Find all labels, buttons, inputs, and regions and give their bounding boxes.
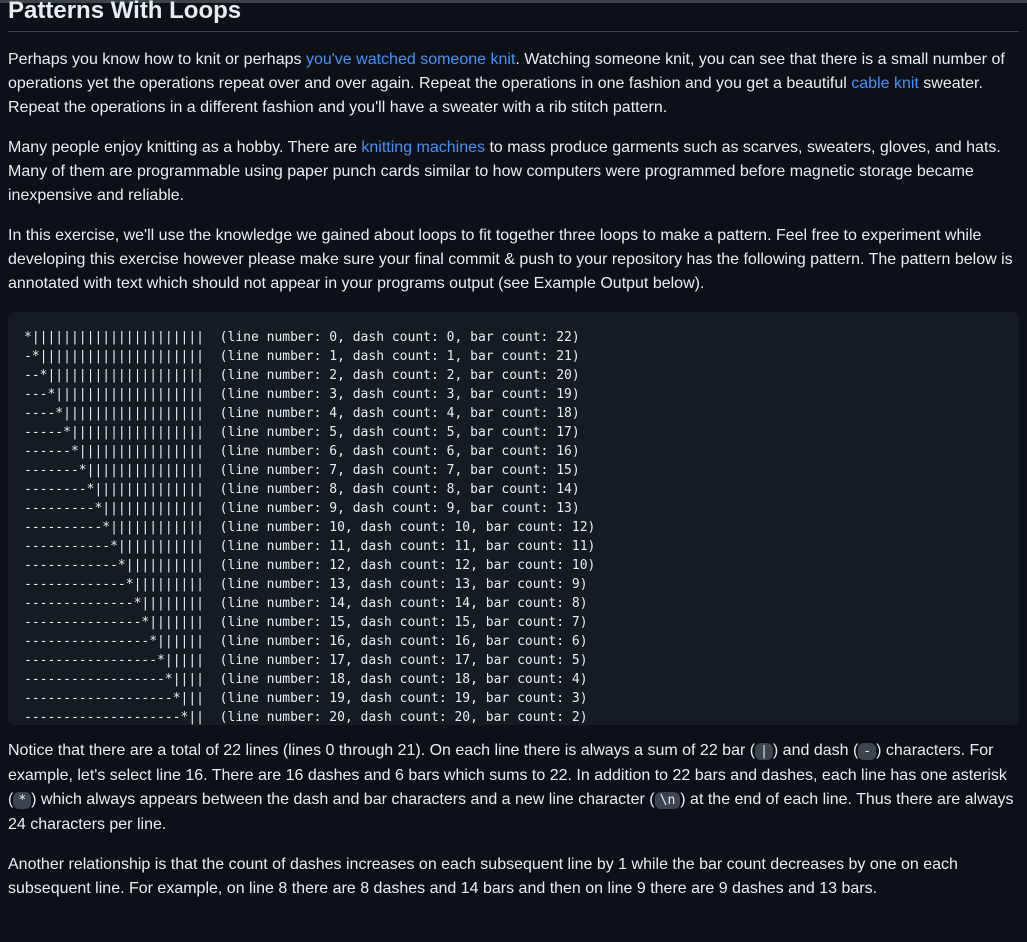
- pattern-line: --------*|||||||||||||| (line number: 8,…: [24, 482, 580, 497]
- exercise-paragraph: In this exercise, we'll use the knowledg…: [8, 227, 1013, 292]
- pattern-line: ------*|||||||||||||||| (line number: 6,…: [24, 444, 580, 459]
- pattern-line: ---------*||||||||||||| (line number: 9,…: [24, 501, 580, 516]
- pattern-line: -----------------*||||| (line number: 17…: [24, 653, 588, 668]
- asterisk-code: *: [13, 792, 32, 809]
- dash-code: -: [858, 743, 877, 760]
- text: Notice that there are a total of 22 line…: [8, 742, 756, 759]
- pattern-line: -----*||||||||||||||||| (line number: 5,…: [24, 425, 580, 440]
- relationship-paragraph: Another relationship is that the count o…: [8, 856, 958, 897]
- pattern-line: ---*||||||||||||||||||| (line number: 3,…: [24, 387, 580, 402]
- pattern-line: ----------------*|||||| (line number: 16…: [24, 634, 588, 649]
- text: ) which always appears between the dash …: [31, 791, 655, 808]
- pattern-line: ----------*|||||||||||| (line number: 10…: [24, 520, 596, 535]
- text: ) and dash (: [772, 742, 859, 759]
- pattern-line: --------------*|||||||| (line number: 14…: [24, 596, 588, 611]
- newline-code: \n: [654, 792, 681, 809]
- pattern-line: --*|||||||||||||||||||| (line number: 2,…: [24, 368, 580, 383]
- intro-paragraph: Perhaps you know how to knit or perhaps …: [8, 48, 1019, 120]
- pattern-line: -------*||||||||||||||| (line number: 7,…: [24, 463, 580, 478]
- pattern-line: -*||||||||||||||||||||| (line number: 1,…: [24, 349, 580, 364]
- pattern-line: ----*|||||||||||||||||| (line number: 4,…: [24, 406, 580, 421]
- knitting-machines-paragraph: Many people enjoy knitting as a hobby. T…: [8, 136, 1019, 208]
- pattern-line: -----------*||||||||||| (line number: 11…: [24, 539, 596, 554]
- notice-paragraph: Notice that there are a total of 22 line…: [8, 739, 1019, 837]
- text: Many people enjoy knitting as a hobby. T…: [8, 139, 362, 156]
- pattern-line: --------------------*|| (line number: 20…: [24, 710, 588, 725]
- pattern-line: ------------*|||||||||| (line number: 12…: [24, 558, 596, 573]
- readme-content: Patterns With Loops Perhaps you know how…: [0, 0, 1027, 901]
- pattern-line: ------------------*|||| (line number: 18…: [24, 672, 588, 687]
- pattern-line: ---------------*||||||| (line number: 15…: [24, 615, 588, 630]
- link-cable-knit[interactable]: cable knit: [851, 75, 919, 92]
- pattern-code-block: *|||||||||||||||||||||| (line number: 0,…: [8, 312, 1019, 725]
- pattern-line: -------------------*||| (line number: 19…: [24, 691, 588, 706]
- link-knitting-machines[interactable]: knitting machines: [361, 139, 485, 156]
- section-heading: Patterns With Loops: [8, 0, 1019, 32]
- bar-code: |: [755, 743, 773, 760]
- text: Perhaps you know how to knit or perhaps: [8, 51, 306, 68]
- pattern-line: -------------*||||||||| (line number: 13…: [24, 577, 588, 592]
- pattern-line: *|||||||||||||||||||||| (line number: 0,…: [24, 330, 580, 345]
- link-watched-someone-knit[interactable]: you've watched someone knit: [306, 51, 515, 68]
